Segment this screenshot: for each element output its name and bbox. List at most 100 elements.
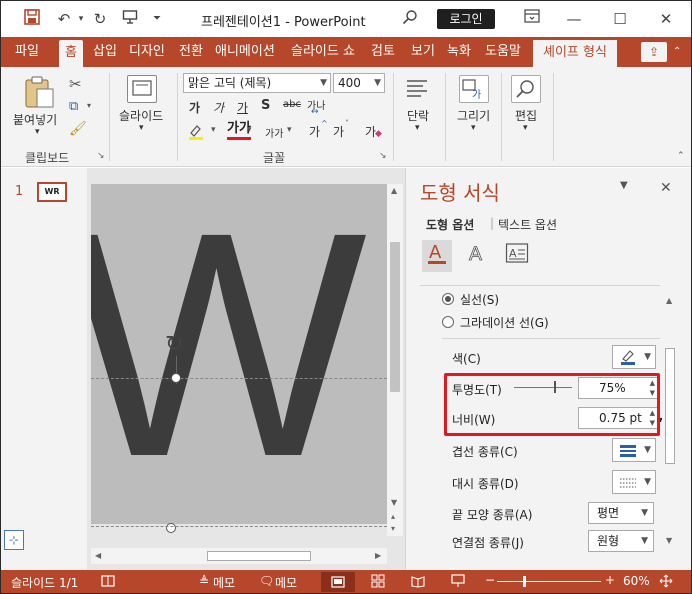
bold-button[interactable]: 가 bbox=[189, 99, 200, 116]
font-launcher-icon[interactable]: ↘ bbox=[379, 151, 387, 161]
zoom-out-icon[interactable]: − bbox=[485, 573, 495, 587]
scroll-down-icon[interactable]: ▼ bbox=[391, 498, 397, 507]
slide-dropdown-icon[interactable]: ▾ bbox=[139, 123, 144, 133]
collapse-icon[interactable]: ⌃ bbox=[673, 37, 681, 67]
font-name-combo[interactable]: 맑은 고딕 (제목) ▼ bbox=[183, 73, 331, 93]
pane-scrollbar[interactable]: ▲ ▼ bbox=[662, 292, 678, 550]
tab-insert[interactable]: 삽입 bbox=[93, 37, 117, 67]
clipboard-launcher-icon[interactable]: ↘ bbox=[97, 151, 105, 161]
zoom-in-icon[interactable]: + bbox=[605, 573, 615, 587]
rotate-handle-icon[interactable]: ↻ bbox=[165, 334, 183, 356]
tab-home[interactable]: 홈 bbox=[59, 40, 83, 67]
share-icon[interactable]: ⇪ bbox=[641, 42, 667, 62]
drawing-icon[interactable]: 가 bbox=[459, 75, 489, 103]
underline-button[interactable]: 가 bbox=[237, 99, 248, 116]
zoom-level[interactable]: 60% bbox=[623, 574, 650, 588]
copy-icon[interactable]: ⧉ bbox=[69, 99, 78, 114]
prev-slide-icon[interactable]: ▴ bbox=[391, 512, 395, 521]
vertical-scrollbar[interactable]: ▲ ▼ ▴ ▾ bbox=[387, 184, 403, 536]
login-button[interactable]: 로그인 bbox=[437, 9, 495, 29]
normal-view-button[interactable] bbox=[321, 572, 355, 592]
shadow-button[interactable]: S bbox=[261, 98, 270, 113]
join-type-select[interactable]: 원형 ▼ bbox=[588, 530, 654, 552]
dash-type-button[interactable]: ▼ bbox=[612, 470, 656, 494]
compound-type-button[interactable]: ▼ bbox=[612, 438, 656, 462]
scroll-down-icon[interactable]: ▼ bbox=[666, 536, 672, 545]
drawing-dropdown-icon[interactable]: ▾ bbox=[471, 123, 476, 133]
tab-view[interactable]: 보기 bbox=[411, 37, 435, 67]
zoom-slider-thumb[interactable] bbox=[523, 576, 526, 587]
slide-label[interactable]: 슬라이드 bbox=[119, 107, 163, 124]
tab-animations[interactable]: 애니메이션 bbox=[215, 37, 275, 67]
gradient-line-radio[interactable] bbox=[442, 316, 454, 328]
italic-button[interactable]: 가 bbox=[213, 99, 224, 116]
tab-shape-format[interactable]: 셰이프 형식 bbox=[533, 40, 617, 67]
fit-window-icon[interactable] bbox=[659, 574, 673, 591]
tab-file[interactable]: 파일 bbox=[15, 37, 39, 67]
strikethrough-button[interactable]: abc bbox=[283, 99, 301, 110]
change-case-button[interactable]: 가가 bbox=[265, 125, 283, 140]
slide-canvas[interactable]: WR ↻ bbox=[91, 184, 387, 524]
tab-review[interactable]: 검토 bbox=[371, 37, 395, 67]
collapse-ribbon-icon[interactable]: ⌃ bbox=[677, 151, 685, 161]
format-painter-icon[interactable]: 🖌 bbox=[69, 121, 87, 137]
new-slide-icon[interactable] bbox=[127, 75, 157, 103]
comments-icon[interactable]: 🗨 bbox=[259, 574, 274, 588]
spellcheck-icon[interactable] bbox=[101, 574, 115, 591]
present-icon[interactable] bbox=[119, 9, 141, 29]
tab-text-options[interactable]: 텍스트 옵션 bbox=[498, 216, 557, 233]
increase-font-button[interactable]: 가 bbox=[309, 123, 320, 140]
tab-slideshow[interactable]: 슬라이드 쇼 bbox=[291, 37, 355, 67]
pane-options-icon[interactable]: ▼ bbox=[620, 180, 628, 191]
copy-dropdown-icon[interactable]: ▾ bbox=[87, 101, 91, 110]
scroll-right-icon[interactable]: ▶ bbox=[375, 551, 381, 560]
tab-shape-options[interactable]: 도형 옵션 bbox=[426, 216, 474, 233]
edit-dropdown-icon[interactable]: ▾ bbox=[523, 123, 528, 133]
scroll-up-icon[interactable]: ▲ bbox=[666, 296, 672, 305]
chevron-down-icon[interactable]: ▾ bbox=[247, 125, 252, 135]
text-box-icon[interactable]: A bbox=[502, 240, 532, 272]
decrease-font-button[interactable]: 가 bbox=[333, 123, 344, 140]
solid-line-label[interactable]: 실선(S) bbox=[460, 291, 499, 308]
comments-button[interactable]: 메모 bbox=[275, 574, 297, 591]
edit-search-icon[interactable] bbox=[511, 75, 541, 103]
chevron-down-icon[interactable]: ▾ bbox=[287, 125, 292, 135]
cut-icon[interactable]: ✂ bbox=[69, 75, 82, 93]
line-color-button[interactable]: ▼ bbox=[612, 345, 656, 369]
text-fill-outline-icon[interactable]: A bbox=[422, 240, 452, 272]
paragraph-dropdown-icon[interactable]: ▾ bbox=[415, 123, 420, 133]
customize-toolbar-icon[interactable]: ⏷ bbox=[149, 9, 165, 29]
redo-icon[interactable]: ↻ bbox=[89, 9, 111, 29]
scroll-thumb[interactable] bbox=[390, 242, 400, 392]
font-size-combo[interactable]: 400 ▼ bbox=[333, 73, 385, 93]
tab-record[interactable]: 녹화 bbox=[447, 37, 471, 67]
slideshow-icon[interactable] bbox=[451, 574, 465, 591]
notes-icon[interactable]: ≜ bbox=[199, 574, 209, 588]
tab-transitions[interactable]: 전환 bbox=[179, 37, 203, 67]
chevron-down-icon[interactable]: ▾ bbox=[211, 125, 216, 135]
drawing-label[interactable]: 그리기 bbox=[457, 107, 490, 124]
reading-view-icon[interactable] bbox=[411, 574, 425, 591]
paragraph-icon[interactable] bbox=[403, 75, 433, 103]
notes-button[interactable]: 메모 bbox=[213, 574, 235, 591]
slide-text[interactable]: WR bbox=[91, 184, 387, 504]
tab-help[interactable]: 도움말 bbox=[485, 37, 521, 67]
fit-slide-icon[interactable]: ⊹ bbox=[4, 530, 24, 550]
tab-design[interactable]: 디자인 bbox=[129, 37, 165, 67]
gradient-line-label[interactable]: 그라데이션 선(G) bbox=[460, 314, 549, 331]
cap-type-select[interactable]: 평면 ▼ bbox=[588, 502, 654, 524]
scroll-up-icon[interactable]: ▲ bbox=[391, 186, 397, 195]
resize-handle[interactable] bbox=[171, 373, 181, 383]
maximize-icon[interactable]: ☐ bbox=[609, 9, 631, 29]
slide-thumbnail[interactable]: WR bbox=[37, 182, 67, 202]
resize-handle[interactable] bbox=[166, 523, 176, 533]
text-effects-icon[interactable]: A bbox=[462, 240, 492, 272]
scroll-thumb[interactable] bbox=[665, 348, 675, 464]
horizontal-scrollbar[interactable]: ◀ ▶ bbox=[91, 548, 387, 564]
close-icon[interactable]: ✕ bbox=[655, 9, 677, 29]
ribbon-display-icon[interactable] bbox=[521, 9, 543, 29]
solid-line-radio[interactable] bbox=[442, 293, 454, 305]
undo-dropdown-icon[interactable]: ▾ bbox=[75, 9, 87, 29]
zoom-slider[interactable] bbox=[497, 581, 601, 582]
paragraph-label[interactable]: 단락 bbox=[407, 107, 429, 124]
